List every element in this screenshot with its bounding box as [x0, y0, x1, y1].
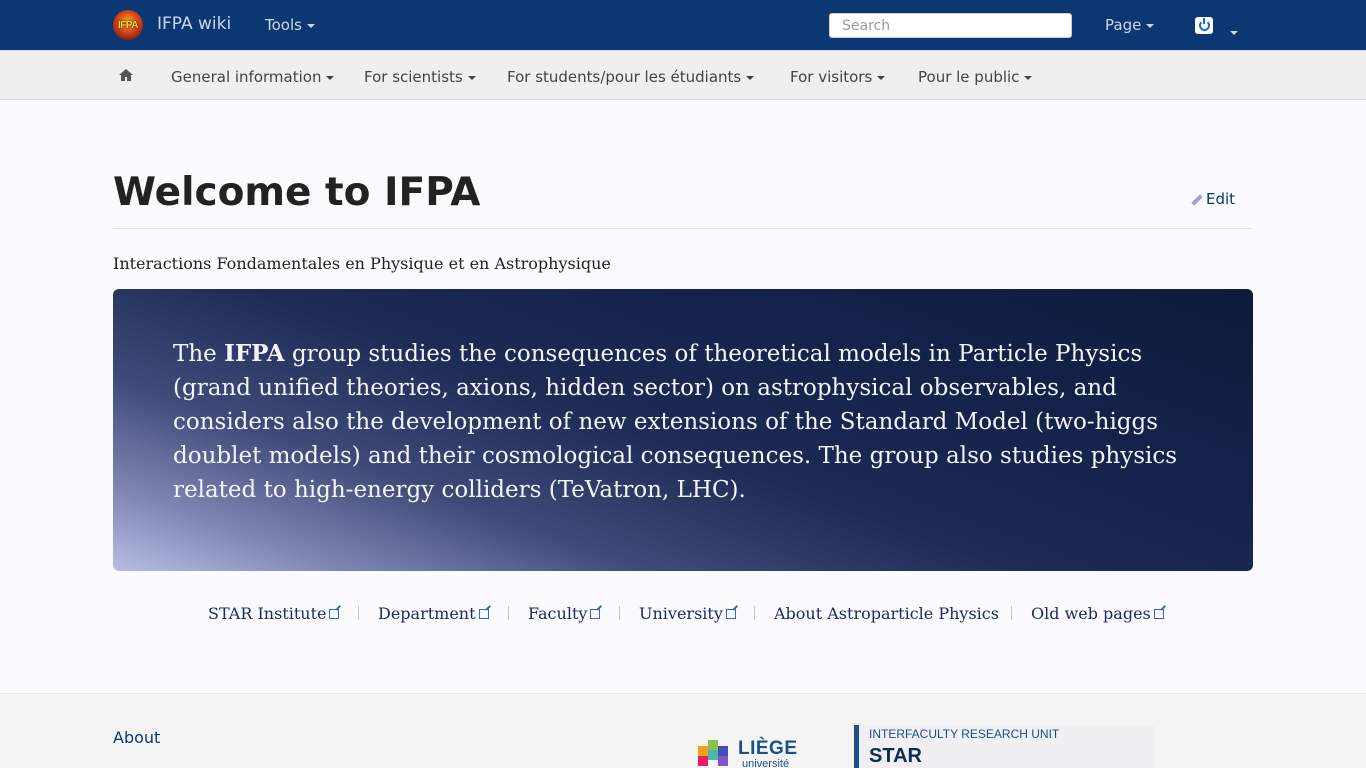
- link-university[interactable]: University: [639, 604, 736, 623]
- edit-link[interactable]: Edit: [1190, 190, 1235, 208]
- external-link-icon: [329, 609, 340, 619]
- liege-universite-logo[interactable]: LIÈGE université: [698, 738, 798, 768]
- power-icon[interactable]: [1195, 17, 1213, 34]
- hero-text: The IFPA group studies the consequences …: [173, 337, 1203, 507]
- liege-word: LIÈGE: [738, 738, 798, 759]
- chevron-down-icon: [306, 23, 315, 28]
- page-title: Welcome to IFPA: [113, 170, 481, 215]
- nav-label: For visitors: [790, 68, 873, 86]
- logo-text: IFPA: [117, 19, 139, 31]
- link-label: Department: [378, 604, 476, 623]
- link-separator: [754, 606, 755, 620]
- about-link[interactable]: About: [113, 728, 160, 747]
- brand-link[interactable]: IFPA wiki: [157, 14, 231, 34]
- edit-label: Edit: [1206, 190, 1236, 208]
- pencil-icon: [1190, 193, 1202, 205]
- link-separator: [508, 606, 509, 620]
- star-logo-small: INTERFACULTY RESEARCH UNIT: [869, 727, 1060, 741]
- liege-sub: université: [742, 758, 790, 768]
- hero-lead: The: [173, 341, 225, 367]
- external-link-icon: [590, 609, 601, 619]
- link-separator: [358, 606, 359, 620]
- external-link-icon: [1153, 609, 1164, 619]
- chevron-down-icon: [746, 75, 755, 80]
- page-label: Page: [1105, 16, 1142, 34]
- nav-pour-le-public[interactable]: Pour le public: [918, 68, 1033, 86]
- link-separator: [619, 606, 620, 620]
- page-subtitle: Interactions Fondamentales en Physique e…: [113, 254, 611, 273]
- link-label: About Astroparticle Physics: [774, 604, 999, 623]
- star-logo-big: STAR: [869, 745, 922, 767]
- link-label: Faculty: [528, 604, 588, 623]
- search-input[interactable]: [829, 13, 1072, 38]
- nav-label: For students/pour les étudiants: [507, 68, 742, 86]
- secondary-navbar: General information For scientists For s…: [0, 50, 1366, 100]
- nav-label: Pour le public: [918, 68, 1020, 86]
- top-navbar: IFPA IFPA wiki Tools Page: [0, 0, 1366, 50]
- home-icon[interactable]: [119, 69, 133, 81]
- chevron-down-icon: [326, 75, 335, 80]
- link-label: University: [639, 604, 723, 623]
- ifpa-logo[interactable]: IFPA: [113, 10, 143, 40]
- page-menu[interactable]: Page: [1105, 16, 1155, 34]
- link-separator: [1011, 606, 1012, 620]
- chevron-down-icon: [1230, 30, 1238, 35]
- star-logo[interactable]: INTERFACULTY RESEARCH UNIT STAR: [854, 725, 1154, 768]
- link-label: Old web pages: [1031, 604, 1151, 623]
- link-about-astroparticle-physics[interactable]: About Astroparticle Physics: [774, 604, 999, 623]
- star-logo-bar: [854, 725, 859, 768]
- link-star-institute[interactable]: STAR Institute: [208, 604, 340, 623]
- chevron-down-icon: [1024, 75, 1033, 80]
- link-department[interactable]: Department: [378, 604, 489, 623]
- hero-banner: The IFPA group studies the consequences …: [113, 289, 1253, 571]
- chevron-down-icon: [877, 75, 886, 80]
- nav-label: General information: [171, 68, 322, 86]
- chevron-down-icon: [1146, 23, 1155, 28]
- tools-label: Tools: [265, 16, 302, 34]
- footer: About LIÈGE université INTERFACULTY RESE…: [0, 693, 1366, 768]
- external-links-bar: STAR Institute Department Faculty Univer…: [0, 604, 1366, 624]
- nav-for-scientists[interactable]: For scientists: [364, 68, 476, 86]
- liege-cube-icon: [698, 740, 730, 768]
- hero-emphasis: IFPA: [224, 340, 285, 367]
- nav-label: For scientists: [364, 68, 463, 86]
- nav-general-information[interactable]: General information: [171, 68, 335, 86]
- link-faculty[interactable]: Faculty: [528, 604, 601, 623]
- chevron-down-icon: [467, 75, 476, 80]
- tools-menu[interactable]: Tools: [265, 16, 315, 34]
- nav-for-students[interactable]: For students/pour les étudiants: [507, 68, 755, 86]
- user-menu-toggle[interactable]: [1225, 22, 1238, 41]
- external-link-icon: [478, 609, 489, 619]
- nav-for-visitors[interactable]: For visitors: [790, 68, 886, 86]
- link-old-web-pages[interactable]: Old web pages: [1031, 604, 1164, 623]
- external-link-icon: [725, 609, 736, 619]
- link-label: STAR Institute: [208, 604, 327, 623]
- title-divider: [113, 228, 1253, 229]
- hero-body: group studies the consequences of theore…: [173, 341, 1178, 503]
